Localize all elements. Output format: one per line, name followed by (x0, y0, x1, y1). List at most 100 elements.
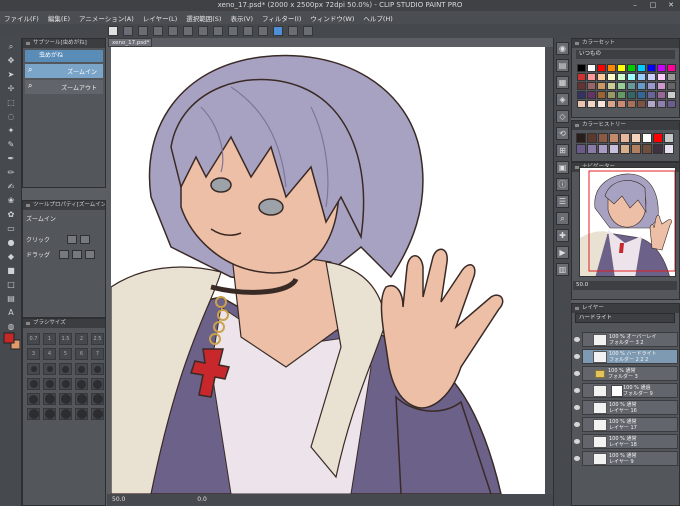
eye-icon[interactable] (574, 439, 580, 444)
brush-size-cell[interactable] (43, 408, 56, 420)
click-zoom-option-2[interactable] (80, 234, 90, 244)
color-swatch[interactable] (647, 100, 656, 108)
main-sub-color[interactable] (3, 331, 21, 351)
blend-mode-select[interactable]: ハードライト (575, 313, 675, 323)
eye-icon[interactable] (574, 337, 580, 342)
minimize-button[interactable]: – (626, 0, 644, 11)
lasso-tool-icon[interactable]: ◌ (4, 111, 18, 122)
history-swatch[interactable] (598, 144, 608, 154)
color-swatch[interactable] (637, 64, 646, 72)
operation-tool-icon[interactable]: ➤ (4, 69, 18, 80)
color-set-icon[interactable]: ▦ (556, 76, 569, 89)
material-icon[interactable]: ✚ (556, 229, 569, 242)
deselect-icon[interactable] (213, 26, 223, 36)
color-swatch[interactable] (597, 73, 606, 81)
color-swatch[interactable] (617, 100, 626, 108)
pen-tool-icon[interactable]: ✒ (4, 153, 18, 164)
color-swatch[interactable] (627, 100, 636, 108)
snap-special-ruler-icon[interactable] (273, 26, 283, 36)
layer-row[interactable]: 100 % 通常 レイヤー 16 (574, 400, 678, 415)
color-swatch[interactable] (617, 64, 626, 72)
airbrush-tool-icon[interactable]: ❀ (4, 195, 18, 206)
color-swatch[interactable] (667, 91, 676, 99)
brush-size-cell[interactable] (59, 378, 72, 390)
brush-size-cell[interactable] (27, 393, 40, 405)
color-swatch[interactable] (637, 91, 646, 99)
color-swatch[interactable] (577, 91, 586, 99)
brush-size-cell[interactable] (43, 393, 56, 405)
history-swatch[interactable] (653, 133, 663, 143)
menu-view[interactable]: 表示(V) (230, 13, 253, 23)
color-swatch[interactable] (627, 64, 636, 72)
clear-icon[interactable] (183, 26, 193, 36)
history-swatch[interactable] (576, 133, 586, 143)
color-swatch[interactable] (667, 82, 676, 90)
brush-size-cell[interactable]: 4 (43, 348, 56, 360)
brush-size-cell[interactable] (75, 393, 88, 405)
color-swatch[interactable] (617, 91, 626, 99)
open-file-icon[interactable] (123, 26, 133, 36)
info-icon[interactable]: ⓘ (556, 178, 569, 191)
brush-size-cell[interactable] (91, 363, 104, 375)
brush-tool-icon[interactable]: ✍ (4, 181, 18, 192)
color-swatch[interactable] (577, 100, 586, 108)
angle-readout[interactable]: 0.0 (197, 496, 207, 503)
subtool-zoom-in[interactable]: ⌕ ズームイン (25, 64, 103, 78)
color-swatch[interactable] (577, 64, 586, 72)
canvas[interactable] (111, 47, 545, 494)
layer-row[interactable]: 100 % 通常 フォルダー 3 (574, 366, 678, 381)
document-tab[interactable]: xeno_17.psd* (108, 38, 152, 47)
brush-size-cell[interactable]: 6 (75, 348, 88, 360)
navigator-preview[interactable] (579, 167, 676, 277)
brush-size-cell[interactable]: 2 (75, 333, 88, 345)
history-swatch[interactable] (598, 133, 608, 143)
color-swatch[interactable] (637, 82, 646, 90)
layer-property-icon[interactable]: ☰ (556, 195, 569, 208)
layer-row[interactable]: 100 % 通常 レイヤー 9 (574, 451, 678, 466)
drag-option-3[interactable] (85, 249, 95, 259)
item-bank-icon[interactable]: ▥ (556, 263, 569, 276)
eye-icon[interactable] (574, 456, 580, 461)
brush-size-cell[interactable]: 7 (91, 348, 104, 360)
history-swatch[interactable] (587, 144, 597, 154)
new-file-icon[interactable] (108, 26, 118, 36)
color-swatch[interactable] (607, 73, 616, 81)
transform-icon[interactable] (198, 26, 208, 36)
click-zoom-option[interactable] (67, 234, 77, 244)
brush-size-cell[interactable] (27, 363, 40, 375)
history-swatch[interactable] (631, 133, 641, 143)
eye-icon[interactable] (574, 388, 580, 393)
brush-size-cell[interactable] (59, 408, 72, 420)
layer-row[interactable]: 100 % 通過 フォルダー 9 (574, 383, 678, 398)
fill-selection-icon[interactable] (243, 26, 253, 36)
color-swatch[interactable] (597, 64, 606, 72)
navigator-icon[interactable]: ⊞ (556, 144, 569, 157)
intermediate-color-icon[interactable]: ◈ (556, 93, 569, 106)
color-swatch[interactable] (657, 91, 666, 99)
subtool-group-tab[interactable]: 虫めがね (25, 50, 103, 62)
eraser-tool-icon[interactable]: ▭ (4, 223, 18, 234)
brush-size-cell[interactable]: 0.7 (27, 333, 40, 345)
color-swatch[interactable] (647, 82, 656, 90)
color-swatch[interactable] (657, 64, 666, 72)
subtool-zoom-out[interactable]: ⌕ ズームアウト (25, 80, 103, 94)
auto-action-icon[interactable]: ▶ (556, 246, 569, 259)
color-swatch[interactable] (607, 64, 616, 72)
brush-size-cell[interactable]: 1 (43, 333, 56, 345)
history-swatch[interactable] (664, 144, 674, 154)
move-tool-icon[interactable]: ✥ (4, 55, 18, 66)
maximize-button[interactable]: □ (644, 0, 662, 11)
decoration-tool-icon[interactable]: ✿ (4, 209, 18, 220)
snap-grid-icon[interactable] (288, 26, 298, 36)
snap-ruler-icon[interactable] (258, 26, 268, 36)
color-swatch[interactable] (667, 73, 676, 81)
color-swatch[interactable] (657, 73, 666, 81)
brush-size-cell[interactable]: 5 (59, 348, 72, 360)
brush-size-cell[interactable] (59, 363, 72, 375)
color-swatch[interactable] (587, 91, 596, 99)
color-wheel-icon[interactable]: ◉ (556, 42, 569, 55)
layer-row[interactable]: 100 % オーバーレイ フォルダー 3 2 (574, 332, 678, 347)
menu-file[interactable]: ファイル(F) (4, 13, 39, 23)
brush-size-cell[interactable]: 3 (27, 348, 40, 360)
zoom-readout[interactable]: 50.0 (112, 496, 125, 503)
